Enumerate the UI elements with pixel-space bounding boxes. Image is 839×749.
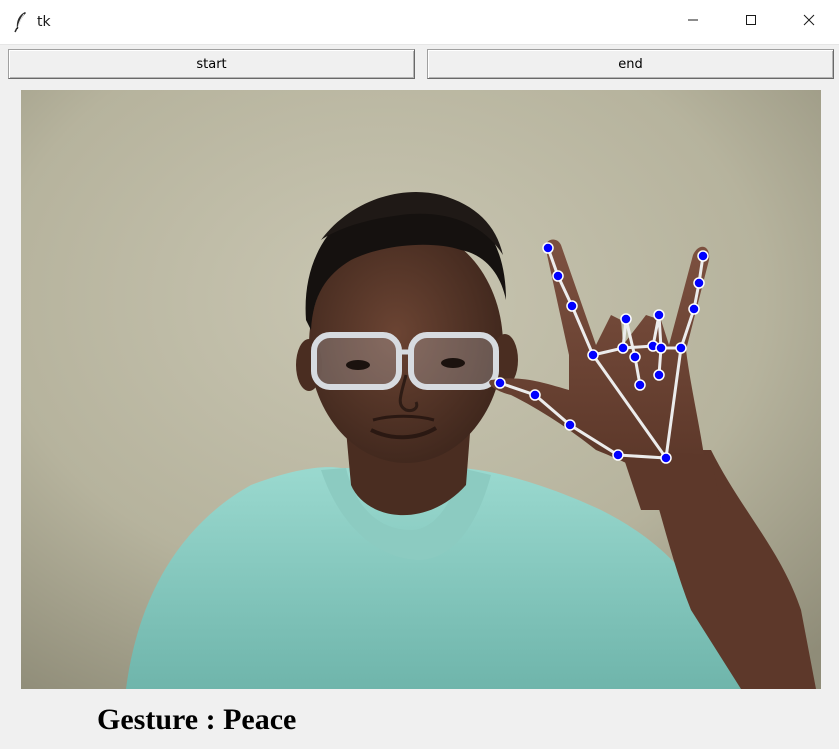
minimize-icon bbox=[687, 13, 699, 31]
start-button[interactable]: start bbox=[8, 49, 415, 79]
webcam-feed bbox=[21, 90, 821, 689]
gesture-value: Peace bbox=[223, 703, 297, 736]
gesture-result-label: Gesture: Peace bbox=[97, 703, 296, 737]
title-bar[interactable]: tk bbox=[0, 0, 839, 45]
gesture-prefix: Gesture bbox=[97, 703, 199, 736]
feather-icon bbox=[13, 11, 29, 33]
webcam-image bbox=[21, 90, 821, 689]
minimize-button[interactable] bbox=[665, 0, 721, 44]
gesture-separator: : bbox=[205, 703, 216, 736]
close-icon bbox=[803, 13, 815, 31]
maximize-button[interactable] bbox=[723, 0, 779, 44]
maximize-icon bbox=[745, 13, 757, 31]
window-title: tk bbox=[37, 14, 51, 30]
end-button[interactable]: end bbox=[427, 49, 834, 79]
app-window: tk start end Gesture: Peace bbox=[0, 0, 839, 749]
close-button[interactable] bbox=[781, 0, 837, 44]
